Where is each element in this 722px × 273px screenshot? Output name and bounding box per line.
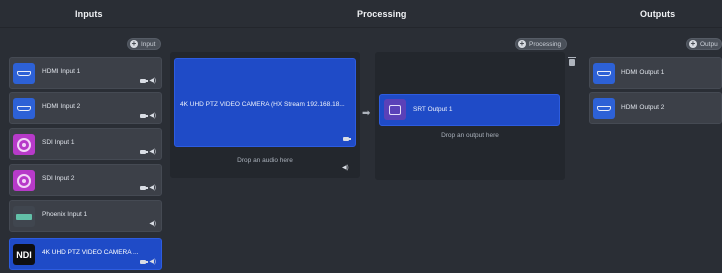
app-root: Inputs Processing Outputs + Input + Proc… (0, 0, 722, 273)
video-icon (140, 150, 149, 154)
phoenix-icon (13, 206, 35, 227)
sdi-icon (13, 170, 35, 191)
input-label: HDMI Input 1 (42, 68, 81, 75)
input-item-sdi-1[interactable]: SDI Input 1 ◀) (9, 128, 162, 160)
srt-output-card[interactable]: SRT Output 1 (379, 94, 560, 126)
input-label: 4K UHD PTZ VIDEO CAMERA ... (42, 249, 139, 256)
add-processing-button[interactable]: + Processing (515, 38, 568, 50)
video-icon (140, 79, 149, 83)
processing-source-title: 4K UHD PTZ VIDEO CAMERA (HX Stream 192.1… (180, 101, 345, 108)
input-item-hdmi-2[interactable]: HDMI Input 2 ◀) (9, 92, 162, 124)
trash-icon[interactable] (568, 57, 576, 66)
add-processing-label: Processing (529, 40, 562, 48)
output-label: HDMI Output 2 (621, 104, 665, 111)
input-item-ndi-camera[interactable]: NDI 4K UHD PTZ VIDEO CAMERA ... ◀) (9, 238, 162, 270)
processing-column-title: Processing (357, 9, 407, 19)
video-icon (140, 260, 149, 264)
audio-icon: ◀) (149, 221, 156, 227)
input-item-sdi-2[interactable]: SDI Input 2 ◀) (9, 164, 162, 196)
ndi-icon: NDI (13, 244, 35, 265)
output-item-hdmi-2[interactable]: HDMI Output 2 (589, 92, 722, 124)
processing-source-card[interactable]: 4K UHD PTZ VIDEO CAMERA (HX Stream 192.1… (174, 58, 356, 147)
plus-icon: + (130, 39, 138, 48)
hdmi-icon (593, 98, 615, 119)
add-input-button[interactable]: + Input (127, 38, 162, 50)
audio-icon: ◀) (149, 259, 156, 265)
sdi-icon (13, 134, 35, 155)
add-output-label: Outpu (700, 40, 718, 48)
output-item-hdmi-1[interactable]: HDMI Output 1 (589, 57, 722, 89)
audio-icon: ◀) (149, 149, 156, 155)
add-input-label: Input (141, 40, 156, 48)
input-item-hdmi-1[interactable]: HDMI Input 1 ◀) (9, 57, 162, 89)
header-divider (0, 27, 722, 28)
audio-icon: ◀) (342, 165, 349, 171)
hdmi-icon (13, 98, 35, 119)
outputs-column-title: Outputs (640, 9, 676, 19)
srt-icon (384, 99, 406, 120)
video-icon (140, 114, 149, 118)
add-output-button[interactable]: + Outpu (686, 38, 722, 50)
input-label: SDI Input 1 (42, 139, 75, 146)
video-icon (140, 186, 149, 190)
input-label: Phoenix Input 1 (42, 211, 88, 218)
audio-icon: ◀) (149, 113, 156, 119)
plus-icon: + (518, 39, 526, 48)
input-label: SDI Input 2 (42, 175, 75, 182)
inputs-column-title: Inputs (75, 9, 103, 19)
arrow-right-icon: ➡ (362, 108, 371, 119)
drop-output-zone[interactable]: Drop an output here (375, 132, 565, 139)
srt-output-label: SRT Output 1 (413, 106, 453, 113)
input-item-phoenix-1[interactable]: Phoenix Input 1 ◀) (9, 200, 162, 232)
output-label: HDMI Output 1 (621, 69, 665, 76)
drop-audio-zone[interactable]: Drop an audio here (170, 157, 360, 164)
hdmi-icon (593, 63, 615, 84)
input-label: HDMI Input 2 (42, 103, 81, 110)
audio-icon: ◀) (149, 78, 156, 84)
video-icon (343, 137, 351, 141)
plus-icon: + (689, 39, 697, 48)
hdmi-icon (13, 63, 35, 84)
audio-icon: ◀) (149, 185, 156, 191)
